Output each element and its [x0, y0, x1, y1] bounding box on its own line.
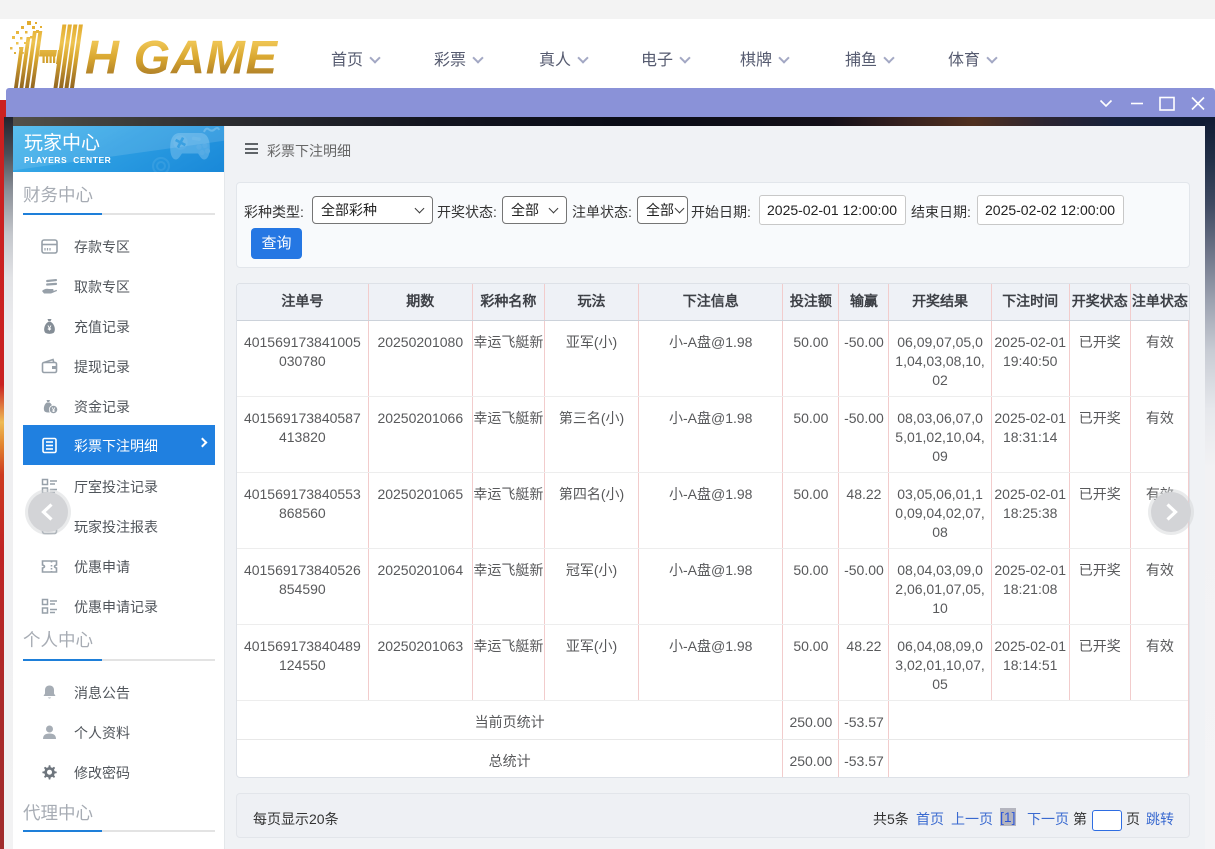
svg-text:¥: ¥	[48, 326, 52, 333]
svg-text:H GAME: H GAME	[85, 31, 279, 84]
